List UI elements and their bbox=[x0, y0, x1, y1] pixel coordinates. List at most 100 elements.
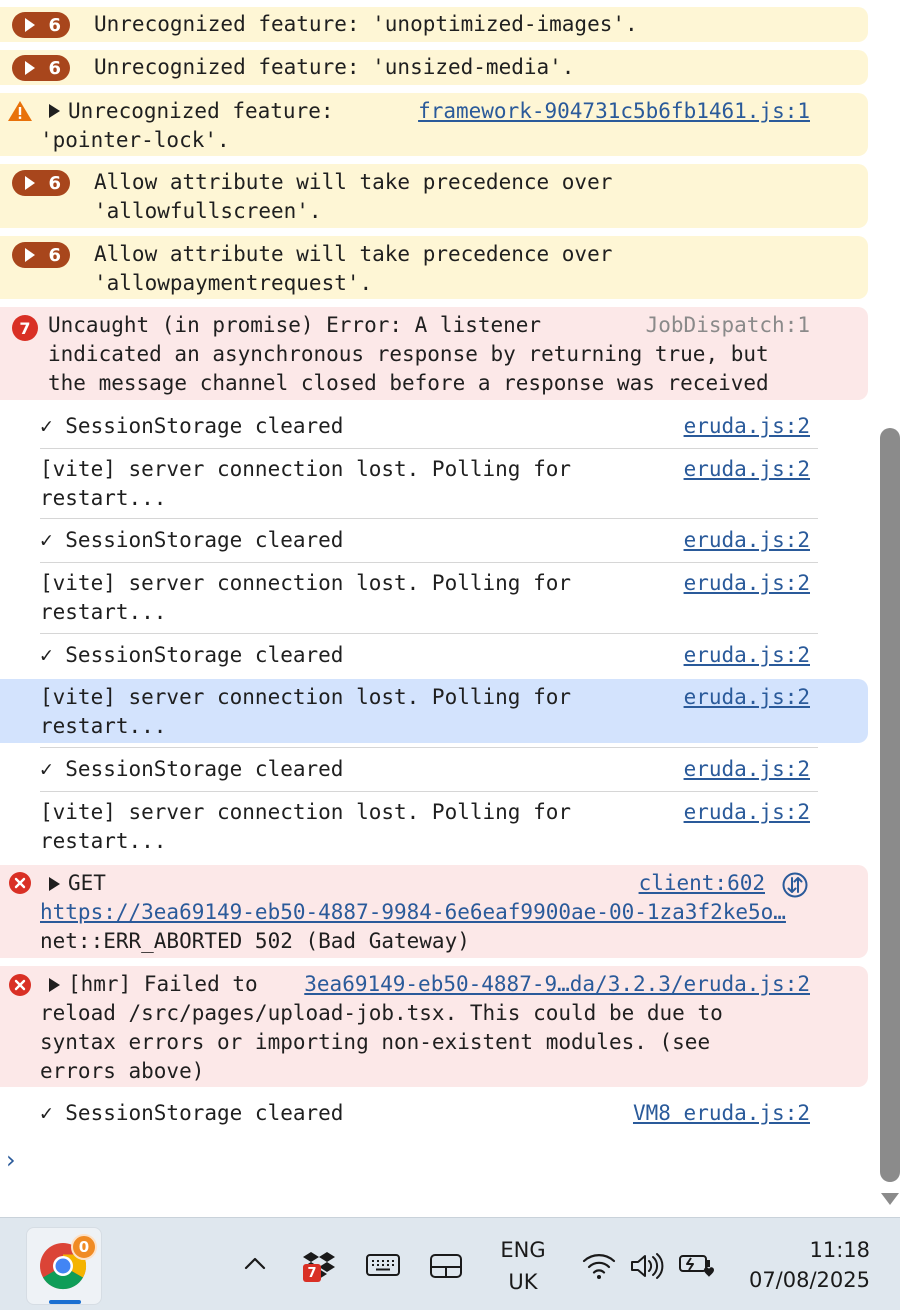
log-message-selected[interactable]: [vite] server connection lost. Polling f… bbox=[0, 679, 868, 743]
source-link[interactable]: eruda.js:2 bbox=[684, 569, 810, 598]
expand-icon[interactable] bbox=[49, 877, 60, 891]
message-text: ✓ SessionStorage cleared bbox=[40, 528, 344, 552]
warning-message[interactable]: 6 Unrecognized feature: 'unsized-media'. bbox=[0, 50, 868, 85]
message-text: [vite] server connection lost. Polling f… bbox=[40, 800, 572, 824]
message-text: Allow attribute will take precedence ove… bbox=[94, 170, 613, 194]
clock-date[interactable]: 07/08/2025 bbox=[738, 1268, 870, 1292]
message-text: ✓ SessionStorage cleared bbox=[40, 757, 344, 781]
source-link[interactable]: eruda.js:2 bbox=[684, 683, 810, 712]
warning-message[interactable]: Unrecognized feature: 'pointer-lock'. fr… bbox=[0, 93, 868, 156]
warning-message[interactable]: 6 Allow attribute will take precedence o… bbox=[0, 164, 868, 228]
request-method: GET bbox=[68, 871, 106, 895]
dropbox-badge: 7 bbox=[303, 1264, 321, 1282]
log-message[interactable]: ✓ SessionStorage cleared eruda.js:2 bbox=[0, 637, 868, 677]
log-message[interactable]: [vite] server connection lost. Polling f… bbox=[0, 451, 868, 518]
expand-icon bbox=[25, 248, 35, 262]
source-link[interactable]: VM8 eruda.js:2 bbox=[633, 1099, 810, 1128]
divider bbox=[40, 633, 818, 634]
message-text: restart... bbox=[40, 714, 167, 738]
message-text: syntax errors or importing non-existent … bbox=[40, 1030, 711, 1054]
expand-icon bbox=[25, 176, 35, 190]
message-text: restart... bbox=[40, 600, 167, 624]
expand-icon[interactable] bbox=[49, 104, 60, 118]
warning-message[interactable]: 6 Unrecognized feature: 'unoptimized-ima… bbox=[0, 7, 868, 42]
repeat-count-badge[interactable]: 6 bbox=[12, 55, 70, 81]
log-message[interactable]: [vite] server connection lost. Polling f… bbox=[0, 794, 868, 860]
repeat-count-badge[interactable]: 6 bbox=[12, 12, 70, 38]
divider bbox=[40, 747, 818, 748]
message-text: ✓ SessionStorage cleared bbox=[40, 1101, 344, 1125]
message-text: Unrecognized feature: 'unsized-media'. bbox=[94, 55, 575, 79]
chrome-taskbar-button[interactable]: 0 bbox=[26, 1227, 102, 1305]
message-text: 'pointer-lock'. bbox=[40, 128, 230, 152]
source-link[interactable]: eruda.js:2 bbox=[684, 412, 810, 441]
expand-icon bbox=[25, 61, 35, 75]
message-text: restart... bbox=[40, 486, 167, 510]
message-text: Uncaught (in promise) Error: A listener bbox=[48, 313, 542, 337]
log-message[interactable]: ✓ SessionStorage cleared eruda.js:2 bbox=[0, 522, 868, 562]
warning-icon bbox=[8, 101, 32, 121]
wifi-icon[interactable] bbox=[582, 1252, 616, 1280]
error-message[interactable]: [hmr] Failed to reload /src/pages/upload… bbox=[0, 966, 868, 1087]
language-code[interactable]: ENG bbox=[494, 1238, 552, 1262]
request-url[interactable]: https://3ea69149-eb50-4887-9984-6e6eaf99… bbox=[40, 898, 786, 927]
expand-icon bbox=[25, 18, 35, 32]
scroll-down-arrow-icon[interactable] bbox=[881, 1193, 899, 1205]
message-text: reload /src/pages/upload-job.tsx. This c… bbox=[40, 1001, 723, 1025]
divider bbox=[40, 791, 818, 792]
message-text: Unrecognized feature: bbox=[68, 99, 334, 123]
message-text: indicated an asynchronous response by re… bbox=[48, 342, 769, 366]
source-link[interactable]: eruda.js:2 bbox=[684, 641, 810, 670]
message-text: ✓ SessionStorage cleared bbox=[40, 414, 344, 438]
source-link[interactable]: eruda.js:2 bbox=[684, 755, 810, 784]
clock-time[interactable]: 11:18 bbox=[770, 1238, 870, 1262]
console-panel: 6 Unrecognized feature: 'unoptimized-ima… bbox=[0, 0, 870, 1217]
log-message[interactable]: ✓ SessionStorage cleared eruda.js:2 bbox=[0, 751, 868, 791]
message-text: Unrecognized feature: 'unoptimized-image… bbox=[94, 12, 638, 36]
speaker-icon[interactable] bbox=[630, 1252, 664, 1280]
source-link[interactable]: JobDispatch:1 bbox=[646, 311, 810, 340]
tablet-mode-icon[interactable] bbox=[430, 1254, 462, 1278]
expand-icon[interactable] bbox=[49, 978, 60, 992]
log-message[interactable]: ✓ SessionStorage cleared eruda.js:2 bbox=[0, 408, 868, 448]
chevron-up-icon[interactable] bbox=[244, 1256, 266, 1270]
divider bbox=[40, 518, 818, 519]
log-message[interactable]: [vite] server connection lost. Polling f… bbox=[0, 565, 868, 633]
message-text: 'allowfullscreen'. bbox=[94, 199, 322, 223]
divider bbox=[40, 562, 818, 563]
source-link[interactable]: 3ea69149-eb50-4887-9…da/3.2.3/eruda.js:2 bbox=[304, 970, 810, 999]
network-request-icon[interactable] bbox=[782, 872, 808, 898]
battery-saver-icon[interactable] bbox=[678, 1250, 714, 1282]
notification-badge: 0 bbox=[71, 1234, 97, 1260]
source-link[interactable]: framework-904731c5b6fb1461.js:1 bbox=[418, 97, 810, 126]
message-text: ✓ SessionStorage cleared bbox=[40, 643, 344, 667]
language-region[interactable]: UK bbox=[494, 1270, 552, 1294]
source-link[interactable]: eruda.js:2 bbox=[684, 455, 810, 484]
message-text: [vite] server connection lost. Polling f… bbox=[40, 685, 572, 709]
console-prompt[interactable]: › bbox=[6, 1146, 16, 1174]
scrollbar-thumb[interactable] bbox=[880, 428, 900, 1182]
log-message[interactable]: ✓ SessionStorage cleared VM8 eruda.js:2 bbox=[0, 1095, 868, 1135]
warning-message[interactable]: 6 Allow attribute will take precedence o… bbox=[0, 236, 868, 299]
message-text: 'allowpaymentrequest'. bbox=[94, 271, 373, 295]
error-count-badge: 7 bbox=[12, 315, 38, 341]
keyboard-icon[interactable] bbox=[366, 1254, 400, 1276]
taskbar: 0 7 ENG UK 11:18 07/08/2025 bbox=[0, 1217, 900, 1310]
message-text: the message channel closed before a resp… bbox=[48, 371, 769, 395]
message-text: errors above) bbox=[40, 1059, 205, 1083]
active-indicator bbox=[49, 1300, 81, 1304]
error-message[interactable]: 7 Uncaught (in promise) Error: A listene… bbox=[0, 307, 868, 400]
repeat-count-badge[interactable]: 6 bbox=[12, 242, 70, 268]
divider bbox=[40, 448, 818, 449]
dropbox-tray-button[interactable]: 7 bbox=[302, 1250, 336, 1284]
repeat-count-badge[interactable]: 6 bbox=[12, 170, 70, 196]
source-link[interactable]: eruda.js:2 bbox=[684, 526, 810, 555]
error-message[interactable]: GET https://3ea69149-eb50-4887-9984-6e6e… bbox=[0, 865, 868, 958]
message-text: net::ERR_ABORTED 502 (Bad Gateway) bbox=[40, 929, 470, 953]
message-text: [vite] server connection lost. Polling f… bbox=[40, 457, 572, 481]
error-icon bbox=[9, 974, 31, 996]
source-link[interactable]: eruda.js:2 bbox=[684, 798, 810, 827]
message-text: [hmr] Failed to bbox=[68, 972, 258, 996]
error-icon bbox=[9, 872, 31, 894]
source-link[interactable]: client:602 bbox=[639, 869, 765, 898]
